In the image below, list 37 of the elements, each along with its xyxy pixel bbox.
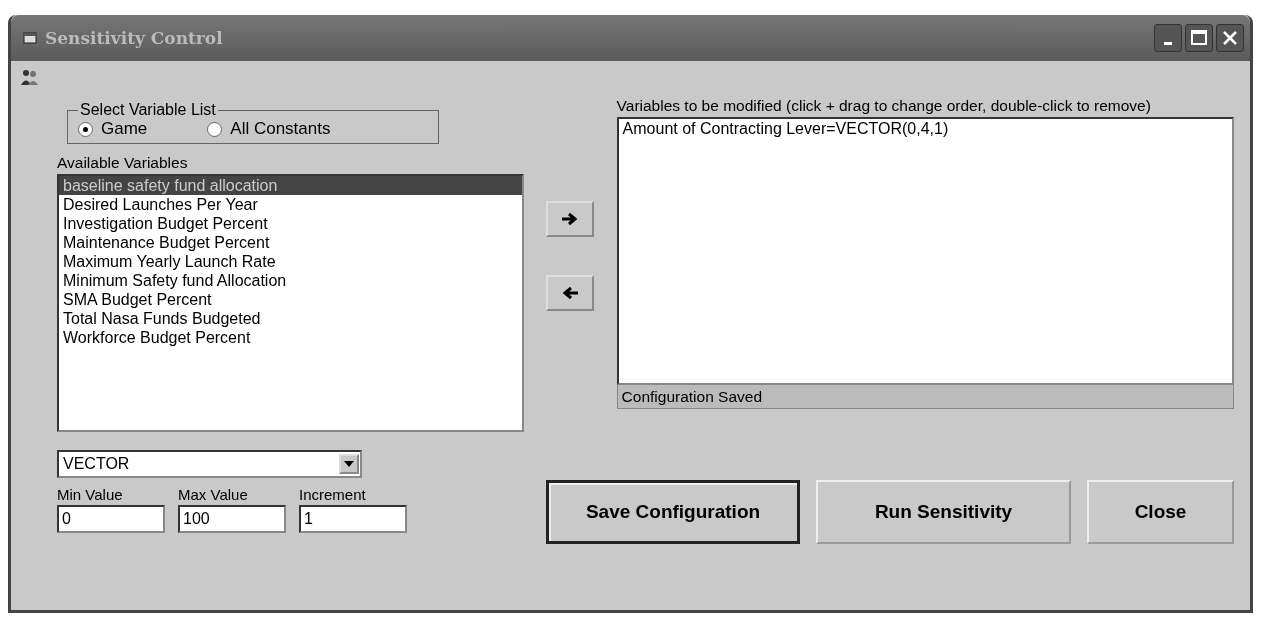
maximize-button[interactable] <box>1185 24 1213 52</box>
input-field[interactable]: 0 <box>57 505 165 533</box>
radio-option[interactable]: All Constants <box>207 119 331 139</box>
action-button[interactable]: Run Sensitivity <box>816 480 1071 544</box>
function-dropdown[interactable]: VECTOR <box>57 450 362 478</box>
add-button[interactable] <box>546 201 595 237</box>
people-icon <box>19 67 39 87</box>
list-item[interactable]: Maximum Yearly Launch Rate <box>59 252 522 271</box>
field-label: Increment <box>299 486 367 503</box>
list-item[interactable]: Desired Launches Per Year <box>59 195 522 214</box>
minimize-icon <box>1164 41 1172 45</box>
maximize-icon <box>1189 28 1209 48</box>
list-item[interactable]: SMA Budget Percent <box>59 290 522 309</box>
list-item[interactable]: Workforce Budget Percent <box>59 328 522 347</box>
input-field[interactable]: 1 <box>299 505 407 533</box>
action-button[interactable]: Save Configuration <box>546 480 800 544</box>
radio-option[interactable]: Game <box>78 119 148 139</box>
field-label: Min Value <box>57 486 124 503</box>
list-item[interactable]: Maintenance Budget Percent <box>59 233 522 252</box>
status-text: Configuration Saved <box>616 385 1234 409</box>
group-title: Select Variable List <box>79 101 217 119</box>
input-field[interactable]: 100 <box>178 505 286 533</box>
list-item[interactable]: Total Nasa Funds Budgeted <box>59 309 522 328</box>
window-icon <box>23 32 37 44</box>
list-item[interactable]: Minimum Safety fund Allocation <box>59 271 522 290</box>
list-label: Available Variables <box>57 154 189 172</box>
list-item[interactable]: Amount of Contracting Lever=VECTOR(0,4,1) <box>618 119 1232 138</box>
remove-button[interactable] <box>546 275 595 311</box>
list-item[interactable]: baseline safety fund allocation <box>59 176 522 195</box>
minimize-button[interactable] <box>1154 24 1182 52</box>
close-button[interactable] <box>1216 24 1244 52</box>
action-button[interactable]: Close <box>1087 480 1234 544</box>
window-title: Sensitivity Control <box>45 28 224 48</box>
list-item[interactable]: Investigation Budget Percent <box>59 214 522 233</box>
list-label: Variables to be modified (click + drag to change order, double-click to remove) <box>616 97 1152 115</box>
left-arrow-icon <box>560 285 581 301</box>
field-label: Max Value <box>178 486 249 503</box>
